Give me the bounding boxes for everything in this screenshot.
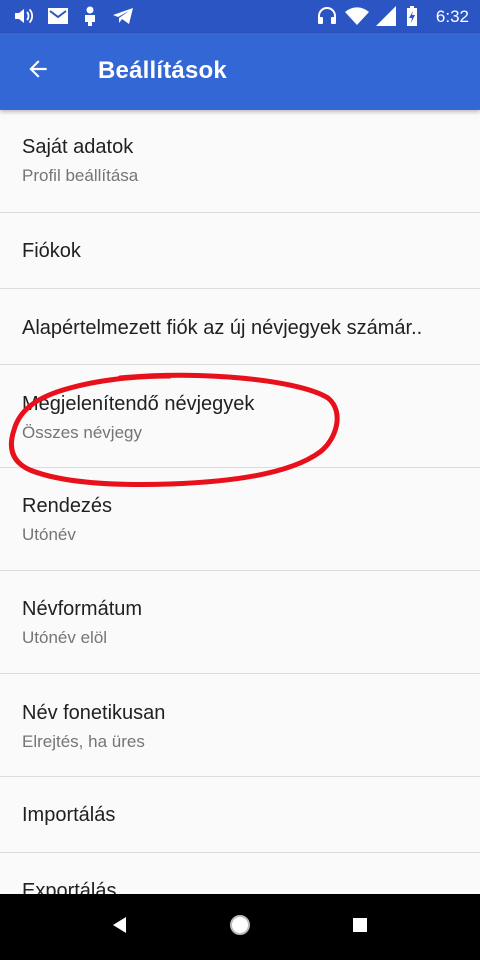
setting-default-account[interactable]: Alapértelmezett fiók az új névjegyek szá…: [0, 289, 480, 365]
setting-sort-by[interactable]: Rendezés Utónév: [0, 468, 480, 571]
setting-title: Importálás: [22, 804, 116, 826]
setting-subtitle: Profil beállítása: [22, 166, 139, 185]
setting-title: Névformátum: [22, 598, 143, 620]
setting-subtitle: Összes névjegy: [22, 423, 142, 442]
settings-list: Saját adatok Profil beállítása Fiókok Al…: [0, 110, 480, 894]
arrow-back-icon: [25, 56, 51, 87]
recents-square-icon: [352, 917, 368, 938]
navigation-bar: [0, 894, 480, 960]
signal-icon: [376, 6, 396, 26]
home-circle-icon: [228, 913, 252, 942]
setting-name-format[interactable]: Névformátum Utónév elöl: [0, 571, 480, 674]
setting-contacts-to-display[interactable]: Megjelenítendő névjegyek Összes névjegy: [0, 365, 480, 468]
setting-title: Fiókok: [22, 240, 81, 262]
person-icon: [83, 6, 97, 26]
nav-home-button[interactable]: [224, 911, 256, 943]
setting-title: Név fonetikusan: [22, 702, 166, 724]
setting-subtitle: Utónév elöl: [22, 628, 108, 647]
setting-title: Megjelenítendő névjegyek: [22, 393, 255, 415]
setting-title: Saját adatok: [22, 136, 134, 158]
setting-export[interactable]: Exportálás: [0, 853, 480, 894]
nav-recents-button[interactable]: [344, 911, 376, 943]
setting-title: Alapértelmezett fiók az új névjegyek szá…: [22, 317, 423, 339]
headphones-icon: [317, 6, 337, 26]
setting-own-data[interactable]: Saját adatok Profil beállítása: [0, 110, 480, 213]
setting-title: Rendezés: [22, 495, 113, 517]
setting-phonetic-name[interactable]: Név fonetikusan Elrejtés, ha üres: [0, 674, 480, 777]
setting-subtitle: Elrejtés, ha üres: [22, 732, 145, 751]
back-triangle-icon: [111, 916, 129, 939]
setting-title: Exportálás: [22, 880, 117, 894]
app-bar: Beállítások: [0, 33, 480, 110]
battery-icon: [406, 6, 418, 26]
setting-accounts[interactable]: Fiókok: [0, 213, 480, 289]
setting-import[interactable]: Importálás: [0, 777, 480, 853]
status-bar: 6:32: [0, 0, 480, 33]
page-title: Beállítások: [98, 57, 227, 84]
gmail-icon: [47, 6, 69, 26]
nav-back-button[interactable]: [104, 911, 136, 943]
volume-icon: [14, 6, 34, 26]
telegram-icon: [112, 6, 134, 26]
status-time: 6:32: [435, 7, 469, 26]
setting-subtitle: Utónév: [22, 525, 76, 544]
wifi-icon: [345, 6, 369, 26]
back-button[interactable]: [14, 47, 62, 95]
